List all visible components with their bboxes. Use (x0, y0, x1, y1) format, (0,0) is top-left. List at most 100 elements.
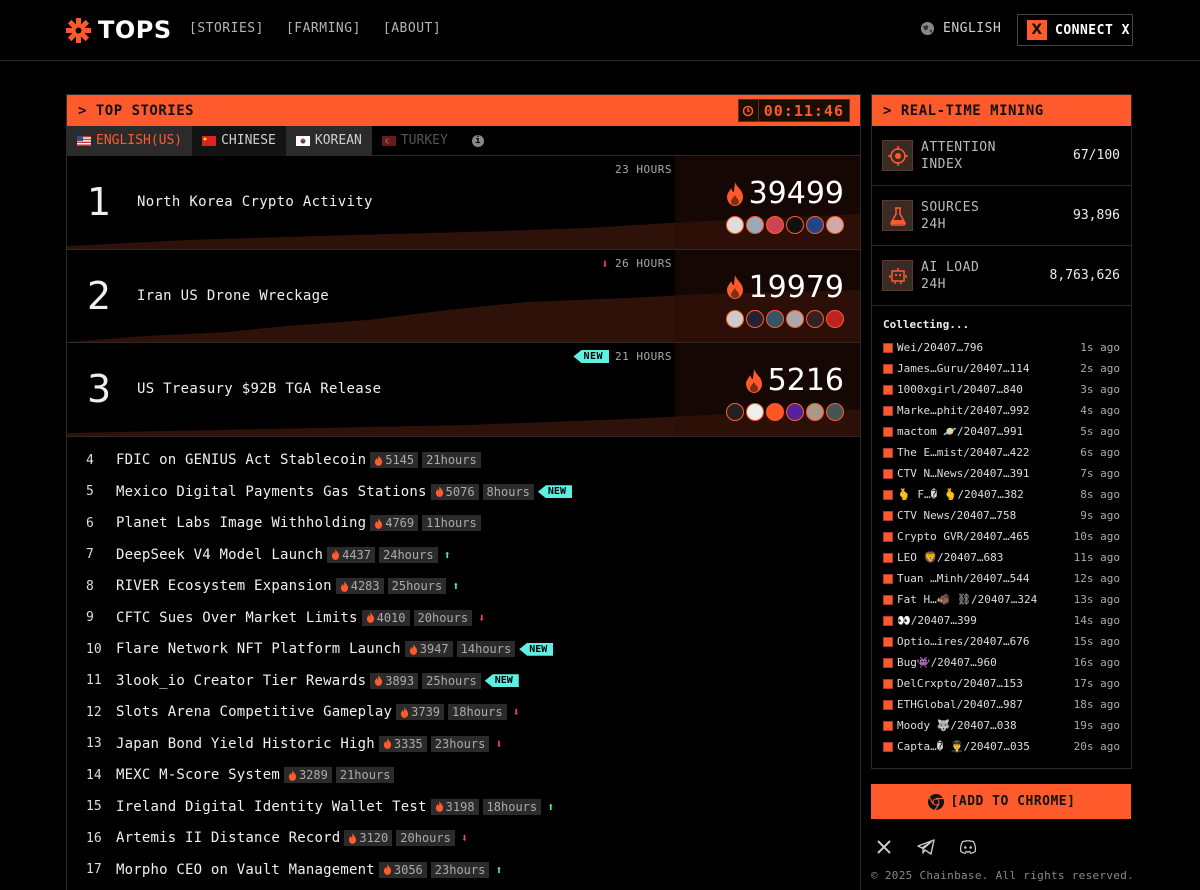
story-row[interactable]: 7 DeepSeek V4 Model Launch 4437 24hours ⬆ (67, 539, 860, 571)
feed-time: 9s ago (1080, 509, 1120, 522)
score-value: 5076 (445, 484, 475, 499)
avatar[interactable] (746, 403, 764, 421)
tab-chinese[interactable]: CHINESE (192, 125, 286, 156)
story-row[interactable]: 8 RIVER Ecosystem Expansion 4283 25hours ⬆ (67, 571, 860, 603)
logo[interactable]: TOPS (66, 16, 172, 44)
attention-index-metric: ATTENTION INDEX 67/100 (872, 126, 1131, 186)
hours-pill: 14hours (456, 641, 516, 658)
score-pill: 3739 (396, 704, 445, 721)
story-rank: 15 (86, 799, 102, 815)
score-pill: 4283 (335, 578, 384, 595)
feed-source: mactom 🪐/20407…991 (897, 425, 1024, 438)
feed-item: 👀/20407…399 14s ago (883, 610, 1120, 631)
top-story-card[interactable]: 2 Iran US Drone Wreckage ⬇ 26 HOURS 1997… (67, 249, 860, 343)
story-row[interactable]: 13 Japan Bond Yield Historic High 3335 23ho… (67, 728, 860, 760)
story-score: 5216 (744, 363, 844, 398)
source-avatar (883, 342, 893, 353)
avatar[interactable] (786, 309, 804, 328)
trend-up-icon: ⬆ (452, 579, 460, 594)
nav-farming[interactable]: [FARMING] (286, 21, 361, 36)
avatar[interactable] (726, 216, 744, 234)
avatar[interactable] (806, 216, 824, 234)
hours-pill: 21hours (335, 767, 395, 784)
story-row[interactable]: 6 Planet Labs Image Withholding 4769 11hour… (67, 508, 860, 540)
avatar[interactable] (806, 403, 824, 421)
score-pill: 3198 (430, 798, 479, 815)
feed-item: Moody 🐺/20407…038 19s ago (883, 715, 1120, 736)
story-row[interactable]: 10 Flare Network NFT Platform Launch 3947 1… (67, 634, 860, 666)
trend-up-icon: ⬆ (443, 547, 451, 562)
avatar[interactable] (826, 403, 844, 421)
language-label: ENGLISH (943, 21, 1002, 36)
top-stories-title: > TOP STORIES (78, 102, 195, 119)
story-row[interactable]: 16 Artemis II Distance Record 3120 20hours ⬇ (67, 823, 860, 855)
source-avatars (726, 403, 844, 421)
add-to-chrome-button[interactable]: [ADD TO CHROME] (871, 784, 1131, 819)
telegram-icon[interactable] (917, 838, 935, 856)
story-title: Flare Network NFT Platform Launch (116, 641, 401, 658)
avatar[interactable] (826, 216, 844, 234)
avatar[interactable] (786, 216, 804, 234)
story-title: RIVER Ecosystem Expansion (116, 578, 332, 595)
avatar[interactable] (766, 309, 784, 328)
story-row[interactable]: 17 Morpho CEO on Vault Management 3056 23ho… (67, 854, 860, 886)
score-value: 4769 (385, 516, 415, 531)
score-pill: 3120 (344, 830, 393, 847)
story-row[interactable]: 9 CFTC Sues Over Market Limits 4010 20hours… (67, 602, 860, 634)
top-stories-header: > TOP STORIES 00:11:46 (67, 95, 860, 126)
story-title: CFTC Sues Over Market Limits (116, 609, 358, 626)
trend-down-icon: ⬇ (512, 705, 520, 720)
top-story-card[interactable]: 3 US Treasury $92B TGA Release NEW 21 HO… (67, 343, 860, 437)
avatar[interactable] (766, 216, 784, 234)
story-row[interactable]: 11 3look_io Creator Tier Rewards 3893 25hou… (67, 665, 860, 697)
story-row[interactable]: 15 Ireland Digital Identity Wallet Test 31… (67, 791, 860, 823)
nav-stories[interactable]: [STORIES] (189, 21, 264, 36)
avatar[interactable] (746, 309, 764, 328)
feed-time: 10s ago (1073, 530, 1120, 543)
hours-pill: 25hours (422, 672, 481, 689)
feed-source: 🫰 F…� 🫰/20407…382 (897, 488, 1024, 501)
info-icon[interactable]: i (471, 134, 484, 147)
feed-item: LEO 🦁/20407…683 11s ago (883, 547, 1120, 568)
story-rank: 16 (86, 830, 102, 846)
feed-time: 20s ago (1073, 740, 1120, 753)
story-title: Japan Bond Yield Historic High (116, 735, 375, 752)
story-score: 39499 (725, 176, 844, 211)
hours-pill: 11hours (422, 515, 481, 532)
story-row[interactable]: 5 Mexico Digital Payments Gas Stations 507… (67, 476, 860, 508)
tab-turkey[interactable]: TURKEY (372, 126, 458, 156)
source-avatar (883, 657, 893, 668)
story-rank: 2 (87, 273, 112, 318)
discord-icon[interactable] (959, 838, 977, 856)
feed-source: ETHGlobal/20407…987 (897, 698, 1023, 711)
feed-source: James…Guru/20407…114 (897, 362, 1030, 375)
tab-korean[interactable]: KOREAN (285, 125, 372, 156)
story-title: 3look_io Creator Tier Rewards (116, 672, 367, 689)
story-rank: 17 (86, 862, 102, 878)
avatar[interactable] (806, 309, 824, 328)
avatar[interactable] (826, 309, 844, 328)
hours-pill: 25hours (387, 578, 447, 595)
tab-english[interactable]: ENGLISH(US) (67, 125, 193, 156)
story-row[interactable]: 14 MEXC M-Score System 3289 21hours (67, 760, 860, 792)
feed-item: Optio…ires/20407…676 15s ago (883, 631, 1120, 652)
story-score-value: 39499 (748, 176, 844, 211)
feed-time: 13s ago (1073, 593, 1120, 606)
nav-about[interactable]: [ABOUT] (383, 21, 441, 36)
avatar[interactable] (746, 216, 764, 234)
trend-up-icon: ⬆ (495, 862, 503, 877)
x-icon[interactable] (875, 838, 893, 856)
feed-source: CTV News/20407…758 (897, 509, 1017, 522)
avatar[interactable] (766, 403, 784, 421)
top-story-card[interactable]: 1 North Korea Crypto Activity 23 HOURS 3… (67, 156, 860, 250)
feed-item: Fat H…🐗 ⛓/20407…324 13s ago (883, 589, 1120, 610)
avatar[interactable] (726, 403, 744, 421)
story-row[interactable]: 4 FDIC on GENIUS Act Stablecoin 5145 21hour… (67, 445, 860, 477)
avatar[interactable] (726, 309, 744, 328)
avatar[interactable] (786, 403, 804, 421)
source-avatar (883, 594, 893, 605)
clock-icon (739, 100, 759, 121)
story-row[interactable]: 12 Slots Arena Competitive Gameplay 3739 18… (67, 697, 860, 729)
connect-x-button[interactable]: X CONNECT X (1017, 14, 1133, 46)
language-selector[interactable]: ENGLISH (920, 21, 1001, 36)
